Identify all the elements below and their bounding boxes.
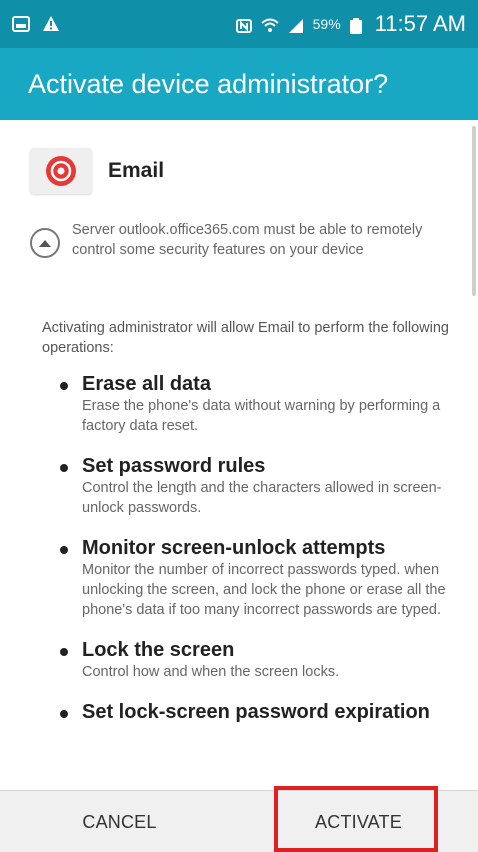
cancel-button[interactable]: CANCEL (0, 791, 239, 852)
status-right-icons: 59% 11:57 AM (235, 11, 466, 37)
dialog-title: Activate device administrator? (28, 68, 389, 99)
permission-title: Monitor screen-unlock attempts (82, 537, 386, 559)
permission-desc: Control how and when the screen locks. (82, 664, 340, 680)
status-left-icons (12, 15, 60, 33)
intro-text: Activating administrator will allow Emai… (42, 320, 449, 356)
permission-item: Set password rules Control the length an… (60, 454, 456, 518)
permission-item: Lock the screen Control how and when the… (60, 638, 456, 682)
permission-desc: Control the length and the characters al… (82, 480, 442, 516)
warning-icon (42, 15, 60, 33)
app-row: Email (30, 148, 164, 194)
cell-signal-icon (287, 15, 305, 33)
permission-item: Monitor screen-unlock attempts Monitor t… (60, 536, 456, 620)
permission-title: Set password rules (82, 455, 266, 477)
permission-list: Erase all data Erase the phone's data wi… (60, 372, 456, 742)
bullet-icon (60, 648, 68, 656)
permission-desc: Erase the phone's data without warning b… (82, 398, 441, 434)
permission-title: Lock the screen (82, 639, 235, 661)
dialog-content[interactable]: Email Server outlook.office365.com must … (0, 120, 478, 790)
status-bar: 59% 11:57 AM (0, 0, 478, 48)
permission-desc: Monitor the number of incorrect password… (82, 562, 446, 618)
bullet-icon (60, 546, 68, 554)
permission-item: Set lock-screen password expiration (60, 700, 456, 724)
bullet-icon (60, 464, 68, 472)
status-time: 11:57 AM (374, 11, 466, 36)
dialog-title-bar: Activate device administrator? (0, 48, 478, 120)
gallery-icon (12, 15, 30, 33)
app-name: Email (108, 159, 165, 182)
permission-title: Erase all data (82, 373, 211, 395)
expand-icon[interactable] (30, 228, 60, 258)
wifi-icon (260, 15, 279, 33)
bullet-icon (60, 382, 68, 390)
battery-percent: 59% (312, 16, 341, 32)
server-note: Server outlook.office365.com must be abl… (72, 222, 423, 258)
highlight-box (274, 786, 438, 852)
permission-title: Set lock-screen password expiration (82, 701, 430, 723)
permission-item: Erase all data Erase the phone's data wi… (60, 372, 456, 436)
battery-icon (349, 15, 367, 34)
nfc-icon (235, 15, 253, 33)
email-app-icon (30, 148, 92, 194)
bullet-icon (60, 710, 68, 718)
scrollbar[interactable] (472, 126, 476, 296)
server-note-row: Server outlook.office365.com must be abl… (30, 218, 450, 260)
